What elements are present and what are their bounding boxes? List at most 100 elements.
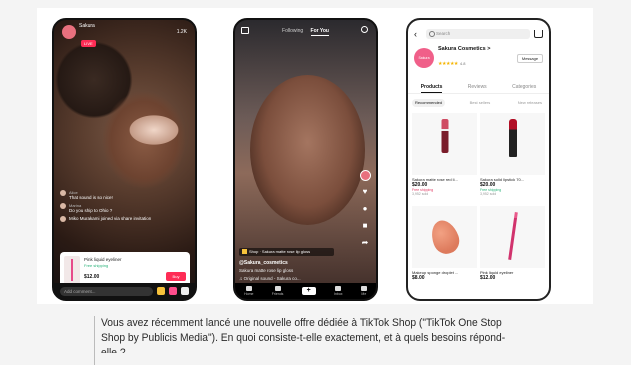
tab-products[interactable]: Products (420, 84, 443, 93)
message-button[interactable]: Message (517, 53, 543, 63)
shop-topbar: ‹ Search (414, 28, 543, 40)
nav-label: Me (361, 292, 367, 296)
nav-label: Inbox (334, 292, 343, 296)
shop-bag-icon[interactable] (157, 287, 165, 295)
filter-best-sellers[interactable]: Best sellers (467, 99, 494, 107)
shop-tabs: Products Reviews Categories (408, 84, 549, 94)
shipping-tag: Free shipping (84, 263, 109, 268)
feed-tabs: Following For You (235, 28, 376, 36)
nav-inbox[interactable]: Inbox (334, 286, 343, 296)
phone-for-you-video: Following For You ♥ ● ■ ➦ Shop · Sakura … (233, 18, 378, 301)
filter-recommended[interactable]: Recommended (412, 99, 446, 107)
commenter-avatar (60, 190, 66, 196)
video-username[interactable]: @Sakura_cosmetics (239, 260, 288, 266)
action-rail: ♥ ● ■ ➦ (358, 170, 372, 255)
product-card[interactable]: Pink liquid eyeliner $12.00 (480, 206, 545, 286)
eyeliner-image (507, 212, 518, 260)
nav-home[interactable]: Home (244, 286, 253, 296)
create-button[interactable]: + (301, 287, 316, 295)
buy-button[interactable]: Buy (166, 272, 186, 281)
phone-live-stream: Sakura LIVE 1.2K Alice That sound is so n… (52, 18, 197, 301)
comment-icon[interactable]: ● (360, 204, 370, 213)
product-filters: Recommended Best sellers New releases (412, 99, 545, 107)
back-icon[interactable]: ‹ (414, 29, 422, 39)
comment-text: Do you ship to Ohio ? (69, 208, 113, 213)
heart-icon[interactable]: ♥ (360, 187, 370, 196)
sold-count: 3,952 sold (480, 192, 497, 196)
search-input[interactable]: Search (426, 29, 530, 39)
product-price: $12.00 (84, 274, 100, 280)
phone-shop-page: ‹ Search Sakura Sakura Cosmetics > ★★★★★… (406, 18, 551, 301)
viewer-count: 1.2K (176, 29, 187, 35)
comment-text: Miko Murakami joined via share invitatio… (69, 216, 152, 221)
tab-for-you[interactable]: For You (310, 28, 329, 36)
inbox-icon (335, 286, 342, 291)
comment-input[interactable]: Add comment... (60, 286, 153, 296)
sold-count: 3,952 sold (412, 192, 429, 196)
product-card[interactable]: Sakura solid lipstick 70... $20.00 Free … (480, 113, 545, 203)
share-icon[interactable] (181, 287, 189, 295)
bottom-nav: Home Friends + Inbox Me (235, 283, 376, 299)
commenter-avatar (60, 203, 66, 209)
commenter-avatar (60, 216, 66, 222)
search-icon[interactable] (361, 26, 368, 33)
tab-reviews[interactable]: Reviews (468, 84, 487, 93)
home-icon (245, 286, 252, 291)
nav-me[interactable]: Me (360, 286, 367, 296)
product-grid: Sakura matte rose red li... $20.00 Free … (412, 113, 545, 286)
host-avatar[interactable] (62, 25, 76, 39)
product-card[interactable]: Makeup sponge droplet ... $8.00 (412, 206, 477, 286)
comment-text: That sound is so nice! (69, 195, 113, 200)
product-thumbnail (64, 256, 80, 284)
tab-following[interactable]: Following (282, 28, 303, 34)
sponge-image (426, 216, 463, 258)
question-line-3: elle ? (101, 347, 126, 353)
product-price: $8.00 (412, 275, 425, 281)
live-header: Sakura LIVE 1.2K (62, 23, 187, 47)
product-name: Pink liquid eyeliner (84, 257, 122, 262)
list-item: Miko Murakami joined via share invitatio… (60, 216, 160, 222)
lipstick-image (508, 119, 517, 157)
sound-label[interactable]: ♫ Original sound - Sakura co... (239, 276, 301, 281)
shop-header: Sakura Sakura Cosmetics > ★★★★★ 4.8 Messa… (414, 46, 543, 70)
product-card[interactable]: Sakura matte rose red li... $20.00 Free … (412, 113, 477, 203)
video-frame (250, 75, 365, 225)
cart-icon[interactable] (534, 30, 543, 38)
tab-categories[interactable]: Categories (512, 84, 536, 93)
nav-label: Friends (271, 292, 284, 296)
host-name: Sakura (79, 23, 95, 29)
image-card: Sakura LIVE 1.2K Alice That sound is so n… (37, 8, 593, 304)
question-line-2: Shop by Publicis Media"). En quoi consis… (101, 332, 506, 344)
shop-anchor[interactable]: Shop · Sakura matte rose lip gloss (239, 248, 334, 256)
question-line-1: Vous avez récemment lancé une nouvelle o… (101, 317, 502, 329)
nav-friends[interactable]: Friends (271, 286, 284, 296)
product-image (480, 113, 545, 175)
bookmark-icon[interactable]: ■ (360, 221, 370, 230)
live-icon[interactable] (241, 27, 249, 34)
list-item: Alice That sound is so nice! (60, 190, 160, 200)
product-image (412, 113, 477, 175)
shop-bag-icon (242, 249, 247, 255)
article-frame: Sakura LIVE 1.2K Alice That sound is so n… (0, 0, 631, 365)
creator-avatar[interactable] (359, 170, 371, 181)
article-question: Vous avez récemment lancé une nouvelle o… (94, 316, 574, 365)
profile-icon (360, 286, 367, 291)
list-item: Marina Do you ship to Ohio ? (60, 203, 160, 213)
rating-stars: ★★★★★ (438, 61, 458, 67)
nav-label: Home (244, 292, 254, 296)
shop-logo: Sakura (414, 48, 434, 68)
video-caption: Sakura matte rose lip gloss (239, 268, 294, 273)
product-price: $12.00 (480, 275, 496, 281)
filter-new-releases[interactable]: New releases (515, 99, 545, 107)
live-comments: Alice That sound is so nice! Marina Do you… (60, 190, 160, 225)
product-image (480, 206, 545, 268)
share-icon[interactable]: ➦ (360, 238, 370, 247)
gift-icon[interactable] (169, 287, 177, 295)
live-bottom-bar: Add comment... (54, 283, 195, 299)
shop-title-block: Sakura Cosmetics > ★★★★★ 4.8 (438, 46, 517, 70)
rating-value: 4.8 (459, 61, 466, 66)
shop-name[interactable]: Sakura Cosmetics > (438, 46, 517, 52)
lip-gloss-image (441, 119, 448, 153)
product-image (412, 206, 477, 268)
live-badge: LIVE (81, 40, 96, 47)
